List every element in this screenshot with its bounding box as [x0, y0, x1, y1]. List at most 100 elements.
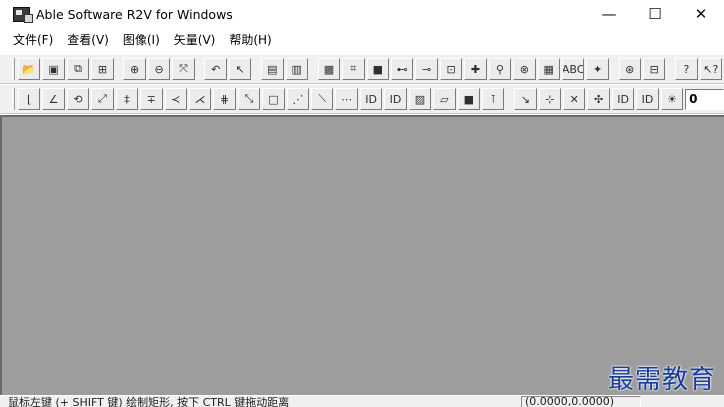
scan-button[interactable]: ▥	[285, 58, 308, 80]
settings-icon: ⊛	[625, 62, 635, 76]
pin-button[interactable]: ⚲	[488, 58, 512, 80]
save-vector-icon: ⊞	[97, 62, 108, 76]
open-folder-button[interactable]: 📂	[17, 58, 41, 80]
select-pointer-button[interactable]: ↖	[228, 58, 252, 80]
brightness-button[interactable]: ☀	[660, 88, 684, 110]
zoom-fit-button[interactable]: ⤧	[172, 58, 195, 80]
remove-point-button[interactable]: ✕	[563, 88, 586, 110]
undo-icon: ↶	[211, 62, 221, 76]
filled-square-button[interactable]: ■	[366, 58, 389, 80]
cross-point-button[interactable]: ✚	[464, 58, 487, 80]
ocr-text-button[interactable]: ABC	[561, 58, 585, 80]
image-dither-button[interactable]: ▩	[317, 58, 341, 80]
delete-node-button[interactable]: ⊗	[513, 58, 536, 80]
move-all-button[interactable]: ✣	[587, 88, 610, 110]
zoom-in-button[interactable]: ⊕	[123, 58, 146, 80]
menu-image[interactable]: 图像(I)	[116, 31, 167, 48]
join-button[interactable]: ∓	[140, 88, 163, 110]
rectangle-icon: □	[268, 92, 279, 106]
property-button[interactable]: ⊟	[643, 58, 666, 80]
save-vector-button[interactable]: ⊞	[91, 58, 114, 80]
id-label-button[interactable]: ID	[359, 88, 383, 110]
window-controls: — ☐ ✕	[586, 0, 724, 28]
menu-vector[interactable]: 矢量(V)	[167, 31, 223, 48]
line-end-button[interactable]: ⊸	[415, 58, 438, 80]
settings-button[interactable]: ⊛	[618, 58, 641, 80]
rectangle-button[interactable]: □	[262, 88, 285, 110]
id-small-button[interactable]: ID	[636, 88, 659, 110]
angle-button[interactable]: ∠	[42, 88, 65, 110]
raster-icon: ▦	[543, 62, 554, 76]
id-edit-button[interactable]: ID	[611, 88, 635, 110]
break-button[interactable]: ≺	[164, 88, 187, 110]
filled-square-icon: ■	[372, 62, 383, 76]
label-box-button[interactable]: ⊡	[439, 58, 463, 80]
tick-icon: ⊺	[490, 92, 497, 106]
star-point-button[interactable]: ✦	[586, 58, 609, 80]
chain-button[interactable]: ⋰	[286, 88, 310, 110]
menu-file[interactable]: 文件(F)	[6, 31, 60, 48]
move-node-icon: ↘	[520, 92, 530, 106]
tolerance-input[interactable]: 0	[685, 88, 724, 110]
help-button[interactable]: ?	[675, 58, 698, 80]
mesh-icon: ⋕	[219, 92, 230, 106]
app-icon	[13, 6, 33, 23]
status-bar: 鼠标左键 (+ SHIFT 键) 绘制矩形, 按下 CTRL 键拖动距离 (0.…	[0, 396, 724, 407]
select-pointer-icon: ↖	[235, 62, 245, 76]
split-icon: ‡	[124, 92, 130, 106]
maximize-button[interactable]: ☐	[632, 0, 678, 28]
add-point-button[interactable]: ⊹	[538, 88, 562, 110]
dots-button[interactable]: ⋯	[335, 88, 358, 110]
parallelogram-button[interactable]: ▱	[433, 88, 456, 110]
edit-line-button[interactable]: ⌊	[17, 88, 41, 110]
hatch-button[interactable]: ▨	[408, 88, 432, 110]
diagonal-icon: ⤢	[98, 92, 107, 105]
open-folder-icon: 📂	[22, 62, 37, 76]
dots-icon: ⋯	[341, 92, 353, 106]
id-box-button[interactable]: ID	[384, 88, 407, 110]
move-all-icon: ✣	[594, 92, 604, 106]
mesh-button[interactable]: ⋕	[213, 88, 236, 110]
save-image-button[interactable]: ⧉	[66, 58, 90, 80]
context-help-button[interactable]: ↖?	[699, 58, 723, 80]
join-icon: ∓	[146, 92, 156, 106]
break-icon: ≺	[171, 92, 181, 106]
move-node-button[interactable]: ↘	[514, 88, 537, 110]
tick-button[interactable]: ⊺	[481, 88, 505, 110]
hatch-icon: ▨	[414, 92, 426, 106]
add-point-icon: ⊹	[545, 92, 555, 106]
raster-button[interactable]: ▦	[537, 58, 560, 80]
diagonal-button[interactable]: ⤢	[91, 88, 114, 110]
id-label-icon: ID	[365, 92, 377, 106]
slash-button[interactable]: ⟍	[311, 88, 334, 110]
menu-view[interactable]: 查看(V)	[60, 31, 116, 48]
grid-button[interactable]: ▤	[261, 58, 284, 80]
split-button[interactable]: ‡	[115, 88, 139, 110]
undo-button[interactable]: ↶	[204, 58, 227, 80]
delete-node-icon: ⊗	[519, 62, 529, 76]
rotate-button[interactable]: ⟲	[66, 88, 90, 110]
close-button[interactable]: ✕	[678, 0, 724, 28]
fill-block-button[interactable]: ■	[457, 88, 480, 110]
watermark-logo: 最需教育	[607, 365, 716, 395]
grid-icon: ▤	[267, 62, 278, 76]
id-edit-icon: ID	[617, 92, 629, 106]
trace-button[interactable]: ⋌	[188, 88, 212, 110]
toolbar-grip[interactable]	[12, 88, 15, 110]
document-workspace[interactable]	[0, 115, 724, 395]
menu-help[interactable]: 帮助(H)	[222, 31, 278, 48]
toolbar-grip[interactable]	[12, 58, 15, 80]
node-line-icon: ⊷	[396, 62, 408, 76]
node-line-button[interactable]: ⊷	[391, 58, 414, 80]
status-message: 鼠标左键 (+ SHIFT 键) 绘制矩形, 按下 CTRL 键拖动距离	[8, 396, 290, 407]
frame-button[interactable]: ⌗	[342, 58, 365, 80]
title-bar: Able Software R2V for Windows — ☐ ✕	[0, 0, 724, 28]
edit-line-icon: ⌊	[27, 92, 32, 106]
chain-icon: ⋰	[292, 92, 304, 106]
stretch-button[interactable]: ⤡	[237, 88, 261, 110]
id-small-icon: ID	[641, 92, 654, 106]
save-button[interactable]: ▣	[42, 58, 65, 80]
minimize-button[interactable]: —	[586, 0, 632, 28]
slash-icon: ⟍	[318, 92, 327, 105]
zoom-out-button[interactable]: ⊖	[147, 58, 171, 80]
